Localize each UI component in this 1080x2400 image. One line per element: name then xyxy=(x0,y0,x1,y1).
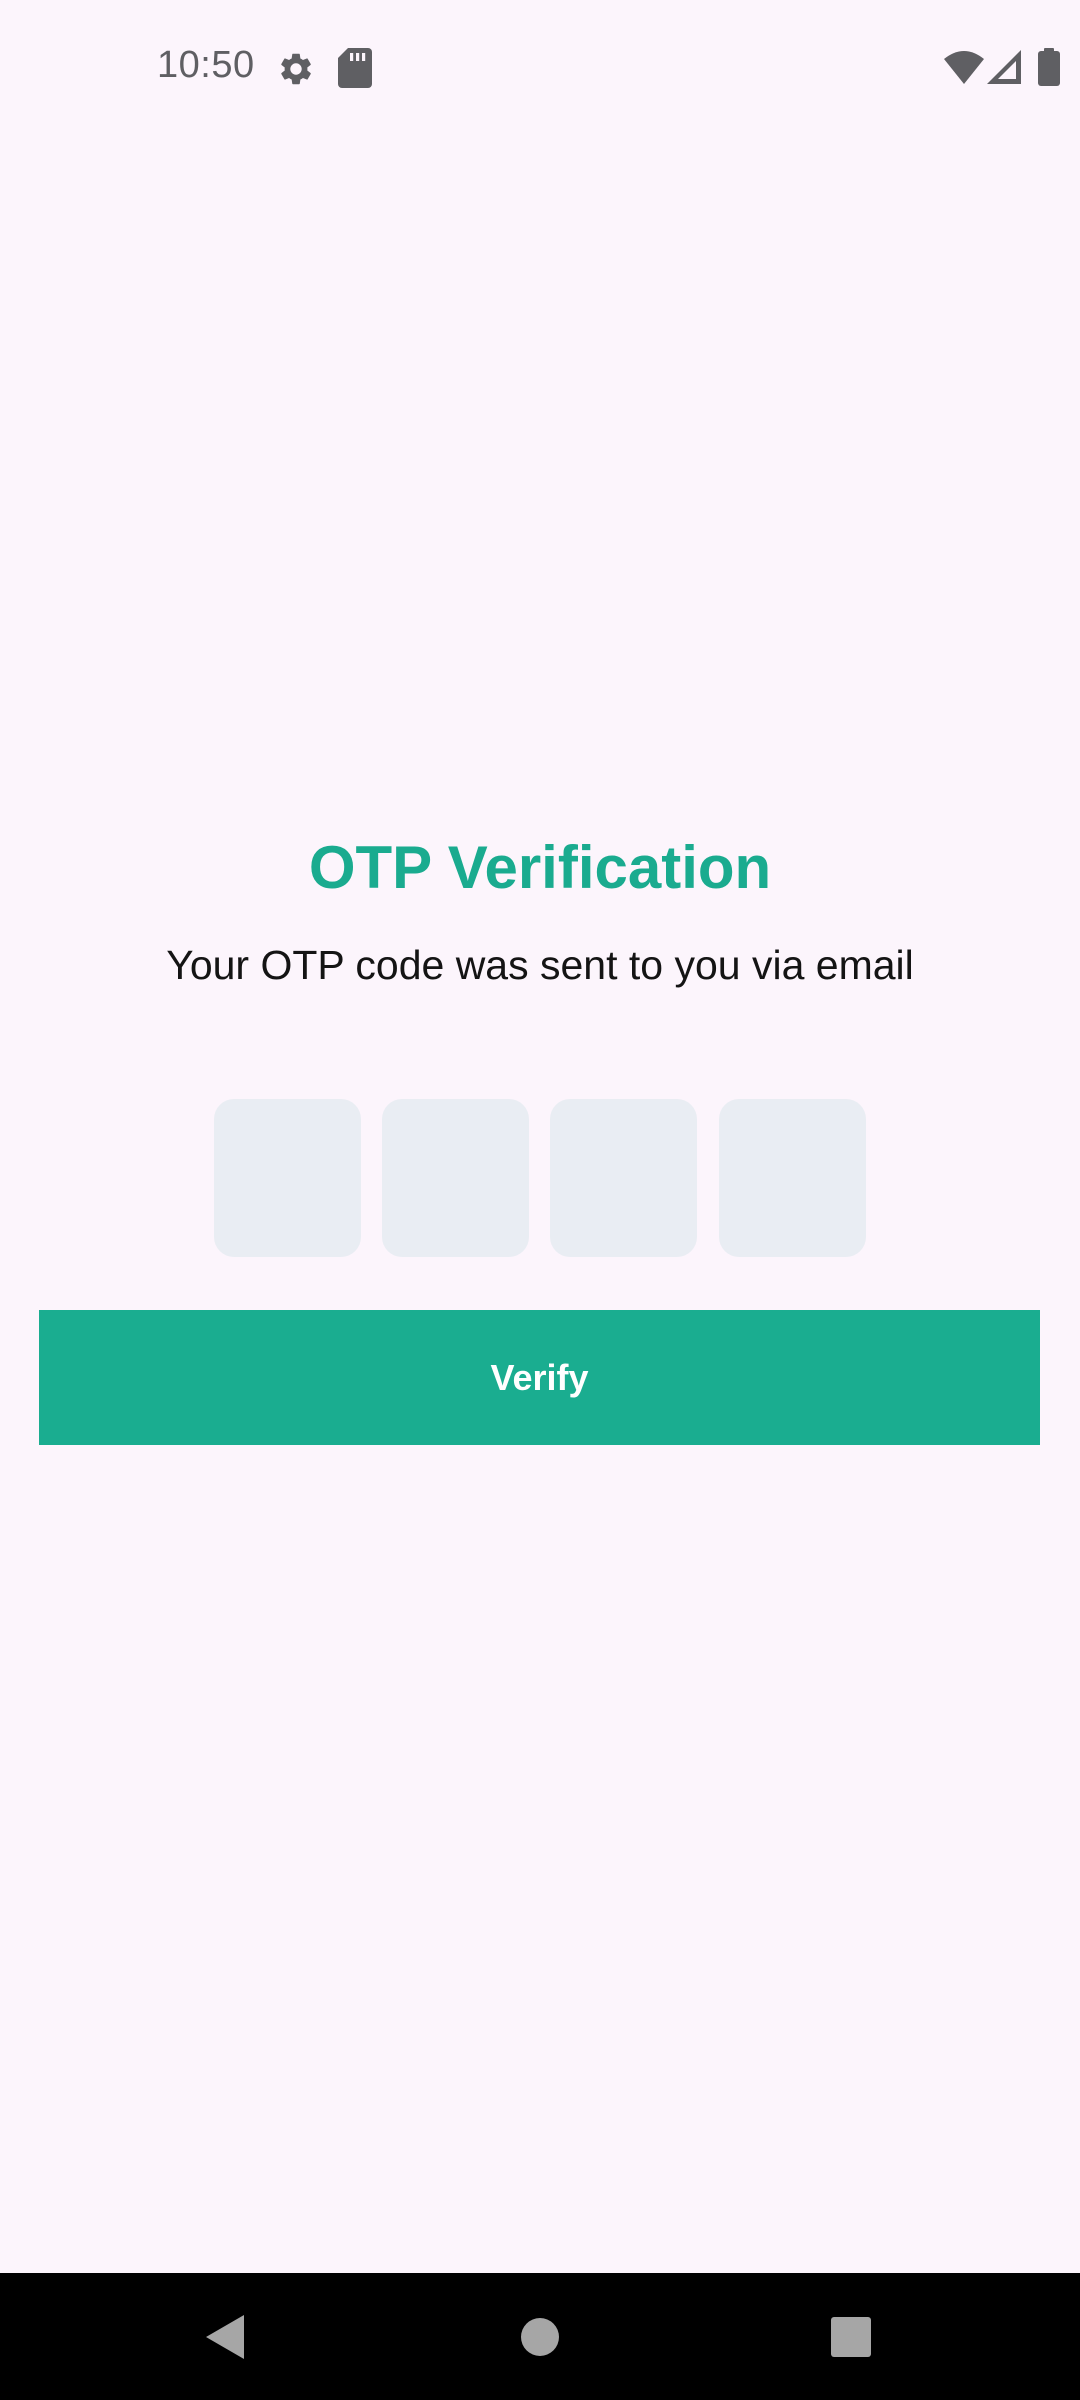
nav-home-button[interactable] xyxy=(460,2273,620,2400)
otp-digit-4[interactable] xyxy=(719,1099,866,1257)
cell-signal-icon xyxy=(987,50,1021,84)
battery-icon xyxy=(1038,48,1060,86)
home-icon xyxy=(521,2317,559,2356)
wifi-icon xyxy=(944,51,984,84)
nav-back-button[interactable] xyxy=(146,2273,306,2400)
nav-recents-button[interactable] xyxy=(771,2273,931,2400)
status-time: 10:50 xyxy=(157,44,255,86)
back-icon xyxy=(206,2314,244,2359)
otp-verification-screen: 10:50 OTP Verification Your OTP code was… xyxy=(0,0,1080,2400)
sd-card-icon xyxy=(338,48,372,88)
status-bar: 10:50 xyxy=(0,0,1080,136)
recents-icon xyxy=(831,2316,871,2357)
otp-instructions: Your OTP code was sent to you via email xyxy=(166,942,914,988)
verify-button[interactable]: Verify xyxy=(39,1310,1040,1445)
gear-icon xyxy=(281,53,311,85)
system-nav-bar xyxy=(0,2273,1080,2400)
otp-digit-1[interactable] xyxy=(214,1099,361,1257)
otp-input-row xyxy=(214,1099,866,1257)
page-title: OTP Verification xyxy=(308,834,772,901)
otp-digit-2[interactable] xyxy=(382,1099,529,1257)
otp-digit-3[interactable] xyxy=(550,1099,697,1257)
